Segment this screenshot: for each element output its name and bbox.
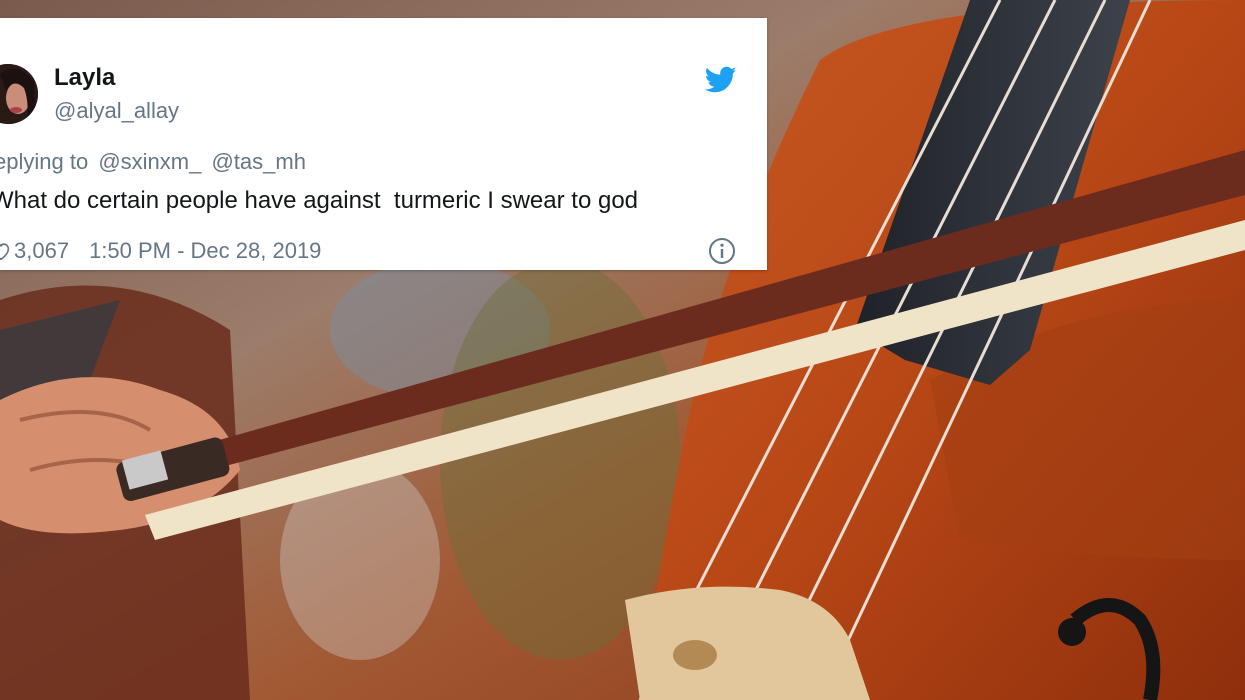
- avatar-image: [0, 64, 38, 124]
- info-icon[interactable]: [708, 237, 736, 265]
- tweet-meta: 3,067 1:50 PM - Dec 28, 2019: [0, 238, 321, 264]
- tweet-timestamp[interactable]: 1:50 PM - Dec 28, 2019: [89, 238, 321, 264]
- twitter-bird-icon[interactable]: [705, 66, 737, 94]
- author-name[interactable]: Layla: [54, 64, 115, 92]
- tweet-text: What do certain people have against turm…: [0, 187, 639, 214]
- tweet-card: Layla @alyal_allay eplying to @sxinxm_ @…: [0, 18, 767, 270]
- mention-link[interactable]: @sxinxm_: [98, 149, 201, 174]
- like-count[interactable]: 3,067: [14, 238, 69, 264]
- reply-prefix: eplying to: [0, 149, 89, 174]
- author-handle[interactable]: @alyal_allay: [54, 98, 179, 124]
- reply-context: eplying to @sxinxm_ @tas_mh: [0, 149, 306, 175]
- mention-link[interactable]: @tas_mh: [211, 149, 305, 174]
- avatar[interactable]: [0, 64, 38, 124]
- heart-icon[interactable]: [0, 240, 12, 262]
